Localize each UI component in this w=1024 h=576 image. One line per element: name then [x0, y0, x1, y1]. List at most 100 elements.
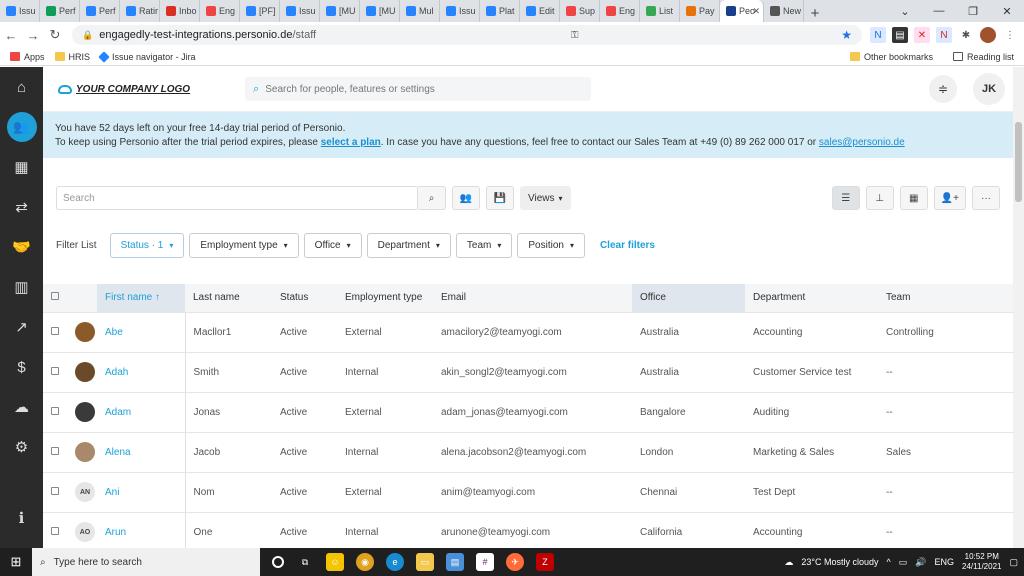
- browser-tab[interactable]: List: [640, 0, 680, 22]
- task-view-icon[interactable]: ⧉: [296, 553, 314, 571]
- browser-tab[interactable]: [PF]: [240, 0, 280, 22]
- calendar-view-button[interactable]: ▦: [899, 186, 928, 210]
- postman-icon[interactable]: ✈: [506, 553, 524, 571]
- browser-tab[interactable]: Edit: [520, 0, 560, 22]
- table-row[interactable]: AN Ani Nom Active External anim@teamyogi.com C…: [43, 472, 1013, 513]
- team-view-button[interactable]: 👥: [452, 186, 480, 210]
- volume-icon[interactable]: 🔊: [915, 557, 926, 568]
- bookmark-star-icon[interactable]: ★: [841, 28, 852, 42]
- taskbar-search[interactable]: ⌕ Type here to search: [32, 548, 260, 576]
- table-row[interactable]: Adam Jonas Active External adam_jonas@teamyo…: [43, 392, 1013, 433]
- user-avatar[interactable]: JK: [973, 73, 1005, 105]
- browser-tab[interactable]: Mul: [400, 0, 440, 22]
- chrome-icon[interactable]: ◉: [356, 553, 374, 571]
- table-row[interactable]: Abe Macllor1 Active External amacilory2@team…: [43, 312, 1013, 353]
- sidebar-item-calendar[interactable]: ▦: [0, 147, 43, 187]
- network-icon[interactable]: ▭: [899, 557, 908, 568]
- extension-icon[interactable]: N: [870, 27, 886, 43]
- back-button[interactable]: ←: [0, 28, 22, 43]
- search-button[interactable]: ⌕: [418, 186, 446, 210]
- browser-tab[interactable]: [MU: [360, 0, 400, 22]
- filter-department[interactable]: Department ▾: [366, 233, 451, 258]
- row-checkbox[interactable]: [51, 366, 59, 375]
- browser-tab[interactable]: Issu: [440, 0, 480, 22]
- filter-position[interactable]: Position ▾: [517, 233, 585, 258]
- browser-tab[interactable]: Perf: [40, 0, 80, 22]
- org-chart-button[interactable]: ⊥: [865, 186, 894, 210]
- taskbar-clock[interactable]: 10:52 PM 24/11/2021: [962, 552, 1001, 572]
- company-logo[interactable]: YOUR COMPANY LOGO: [58, 84, 190, 95]
- page-scrollbar[interactable]: [1013, 67, 1024, 548]
- first-name-cell[interactable]: Adah: [97, 352, 186, 393]
- browser-tab[interactable]: Peo ✕: [720, 0, 764, 22]
- table-row[interactable]: Alena Jacob Active Internal alena.jacobson2@…: [43, 432, 1013, 473]
- windows-start-button[interactable]: ⊞: [0, 554, 32, 570]
- column-header-team[interactable]: Team: [878, 284, 1013, 313]
- menu-icon[interactable]: ⋮: [1002, 27, 1018, 43]
- browser-tab[interactable]: Issu: [280, 0, 320, 22]
- table-row[interactable]: Adah Smith Active Internal akin_songl2@teamy…: [43, 352, 1013, 393]
- sidebar-item-people[interactable]: 👥: [0, 107, 43, 147]
- forward-button[interactable]: →: [22, 28, 44, 43]
- first-name-cell[interactable]: Arun: [97, 512, 186, 548]
- column-header-employment-type[interactable]: Employment type: [337, 284, 433, 313]
- extension-icon[interactable]: ✕: [914, 27, 930, 43]
- browser-tab[interactable]: Eng: [200, 0, 240, 22]
- close-window-button[interactable]: ✕: [990, 0, 1024, 22]
- save-button[interactable]: 💾: [486, 186, 514, 210]
- filter-office[interactable]: Office ▾: [303, 233, 362, 258]
- sidebar-item-reports[interactable]: ▥: [0, 267, 43, 307]
- row-checkbox[interactable]: [51, 326, 59, 335]
- notification-icon[interactable]: ▢: [1009, 557, 1018, 568]
- column-header-email[interactable]: Email: [433, 284, 632, 313]
- browser-tab[interactable]: Sup: [560, 0, 600, 22]
- profile-avatar[interactable]: [980, 27, 996, 43]
- bookmark-hris[interactable]: HRIS: [54, 52, 90, 62]
- cortana-icon[interactable]: [272, 556, 284, 568]
- reload-button[interactable]: ↻: [44, 27, 66, 43]
- browser-tab[interactable]: Plat: [480, 0, 520, 22]
- browser-tab[interactable]: [MU: [320, 0, 360, 22]
- maximize-button[interactable]: ❐: [956, 0, 990, 22]
- more-options-button[interactable]: ···: [972, 186, 1000, 210]
- tab-search-icon[interactable]: ⌄: [888, 0, 922, 22]
- reading-list[interactable]: Reading list: [952, 52, 1014, 62]
- slack-icon[interactable]: #: [476, 553, 494, 571]
- browser-tab[interactable]: Perf: [80, 0, 120, 22]
- browser-tab[interactable]: New: [764, 0, 804, 22]
- sidebar-item-recruiting[interactable]: 🤝: [0, 227, 43, 267]
- extension-icon[interactable]: ▤: [892, 27, 908, 43]
- settings-toggle-button[interactable]: ≑: [929, 75, 957, 103]
- tray-chevron-icon[interactable]: ^: [887, 557, 891, 567]
- row-checkbox[interactable]: [51, 446, 59, 455]
- key-icon[interactable]: ⚿: [571, 30, 579, 41]
- first-name-cell[interactable]: Abe: [97, 312, 186, 353]
- browser-tab[interactable]: Eng: [600, 0, 640, 22]
- browser-tab[interactable]: Issu: [0, 0, 40, 22]
- row-checkbox[interactable]: [51, 526, 59, 535]
- first-name-cell[interactable]: Ani: [97, 472, 186, 513]
- filter-employment-type[interactable]: Employment type ▾: [189, 233, 299, 258]
- table-row[interactable]: AO Arun One Active Internal arunone@teamyogi.…: [43, 512, 1013, 548]
- sidebar-item-upload[interactable]: ☁: [0, 387, 43, 427]
- emoji-app-icon[interactable]: ☺: [326, 553, 344, 571]
- edge-icon[interactable]: e: [386, 553, 404, 571]
- sidebar-item-home[interactable]: ⌂: [0, 67, 43, 107]
- minimize-button[interactable]: —: [922, 0, 956, 22]
- employee-search-input[interactable]: Search: [56, 186, 418, 210]
- puzzle-icon[interactable]: ✱: [958, 27, 974, 43]
- row-checkbox[interactable]: [51, 406, 59, 415]
- views-dropdown[interactable]: Views ▾: [520, 186, 571, 210]
- weather-text[interactable]: 23°C Mostly cloudy: [801, 557, 878, 567]
- language-indicator[interactable]: ENG: [935, 557, 955, 567]
- sidebar-item-payroll[interactable]: $: [0, 347, 43, 387]
- bookmark-jira[interactable]: Issue navigator - Jira: [98, 50, 196, 63]
- browser-tab[interactable]: Ratir: [120, 0, 160, 22]
- select-all-checkbox[interactable]: [51, 292, 59, 301]
- filezilla-icon[interactable]: Z: [536, 553, 554, 571]
- column-header-status[interactable]: Status: [272, 284, 337, 313]
- sidebar-item-sync[interactable]: ⇄: [0, 187, 43, 227]
- extension-icon[interactable]: N: [936, 27, 952, 43]
- new-tab-button[interactable]: +: [804, 5, 826, 22]
- file-explorer-icon[interactable]: ▭: [416, 553, 434, 571]
